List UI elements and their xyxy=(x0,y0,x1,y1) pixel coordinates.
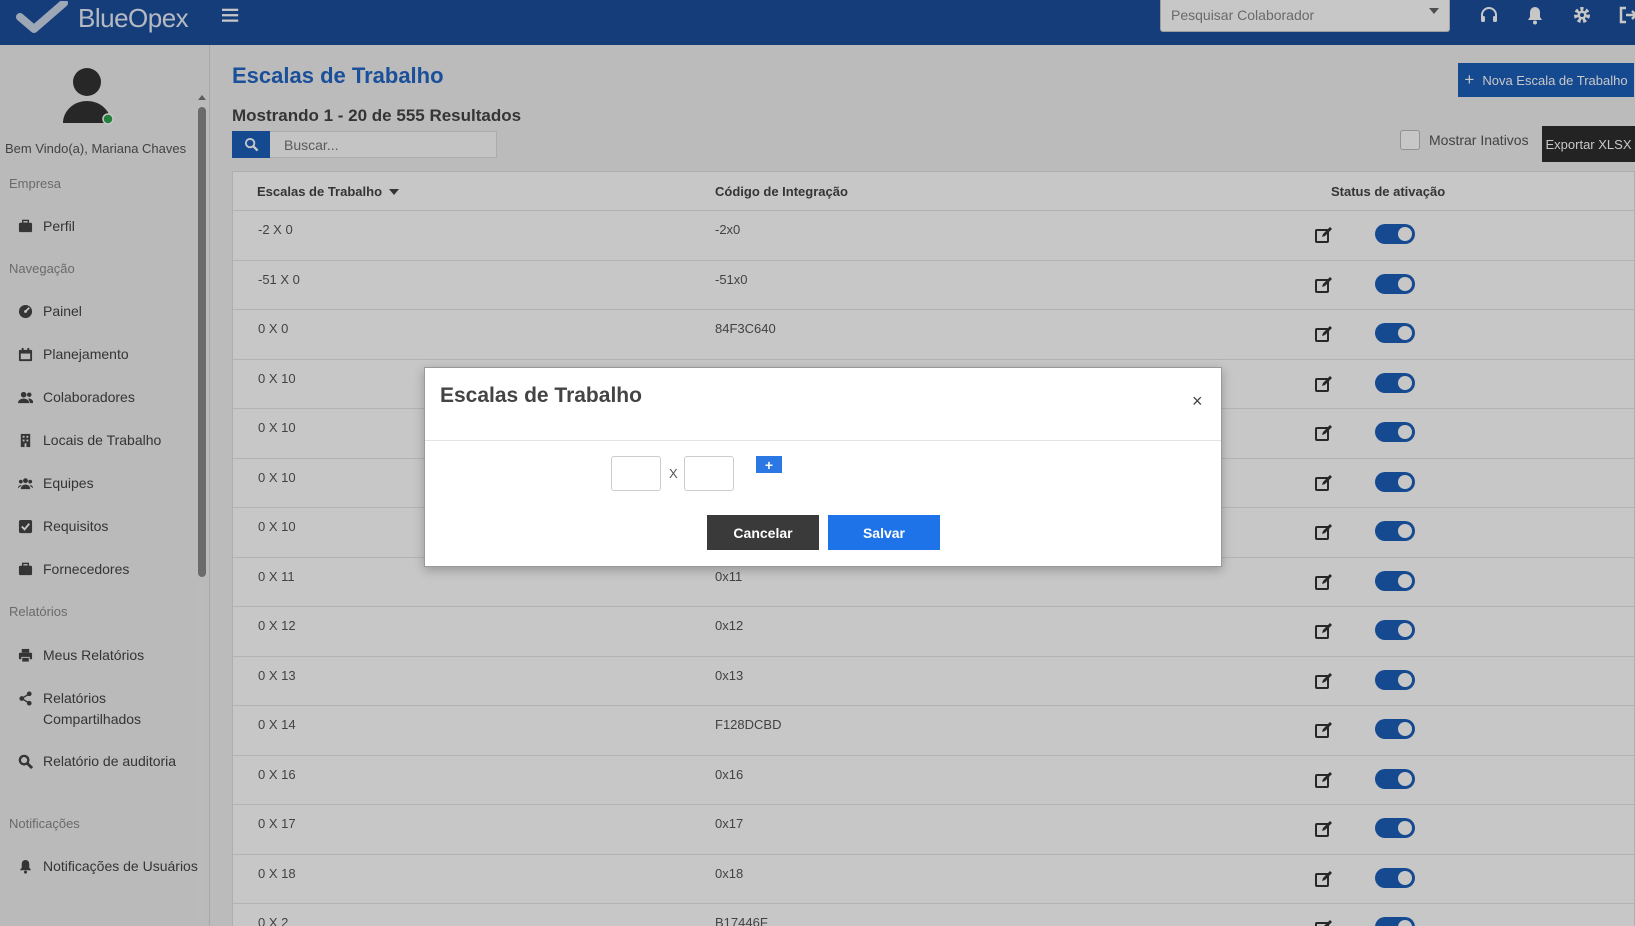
scale-separator: X xyxy=(669,466,678,481)
save-button[interactable]: Salvar xyxy=(828,515,940,550)
add-scale-button[interactable]: + xyxy=(756,456,782,473)
rest-days-input[interactable] xyxy=(684,456,734,491)
modal-title: Escalas de Trabalho xyxy=(440,384,642,407)
modal-divider xyxy=(425,440,1221,441)
cancel-button[interactable]: Cancelar xyxy=(707,515,819,550)
close-icon[interactable]: × xyxy=(1192,392,1203,410)
work-days-input[interactable] xyxy=(611,456,661,491)
work-schedule-modal: Escalas de Trabalho × X + Cancelar Salva… xyxy=(424,367,1222,567)
